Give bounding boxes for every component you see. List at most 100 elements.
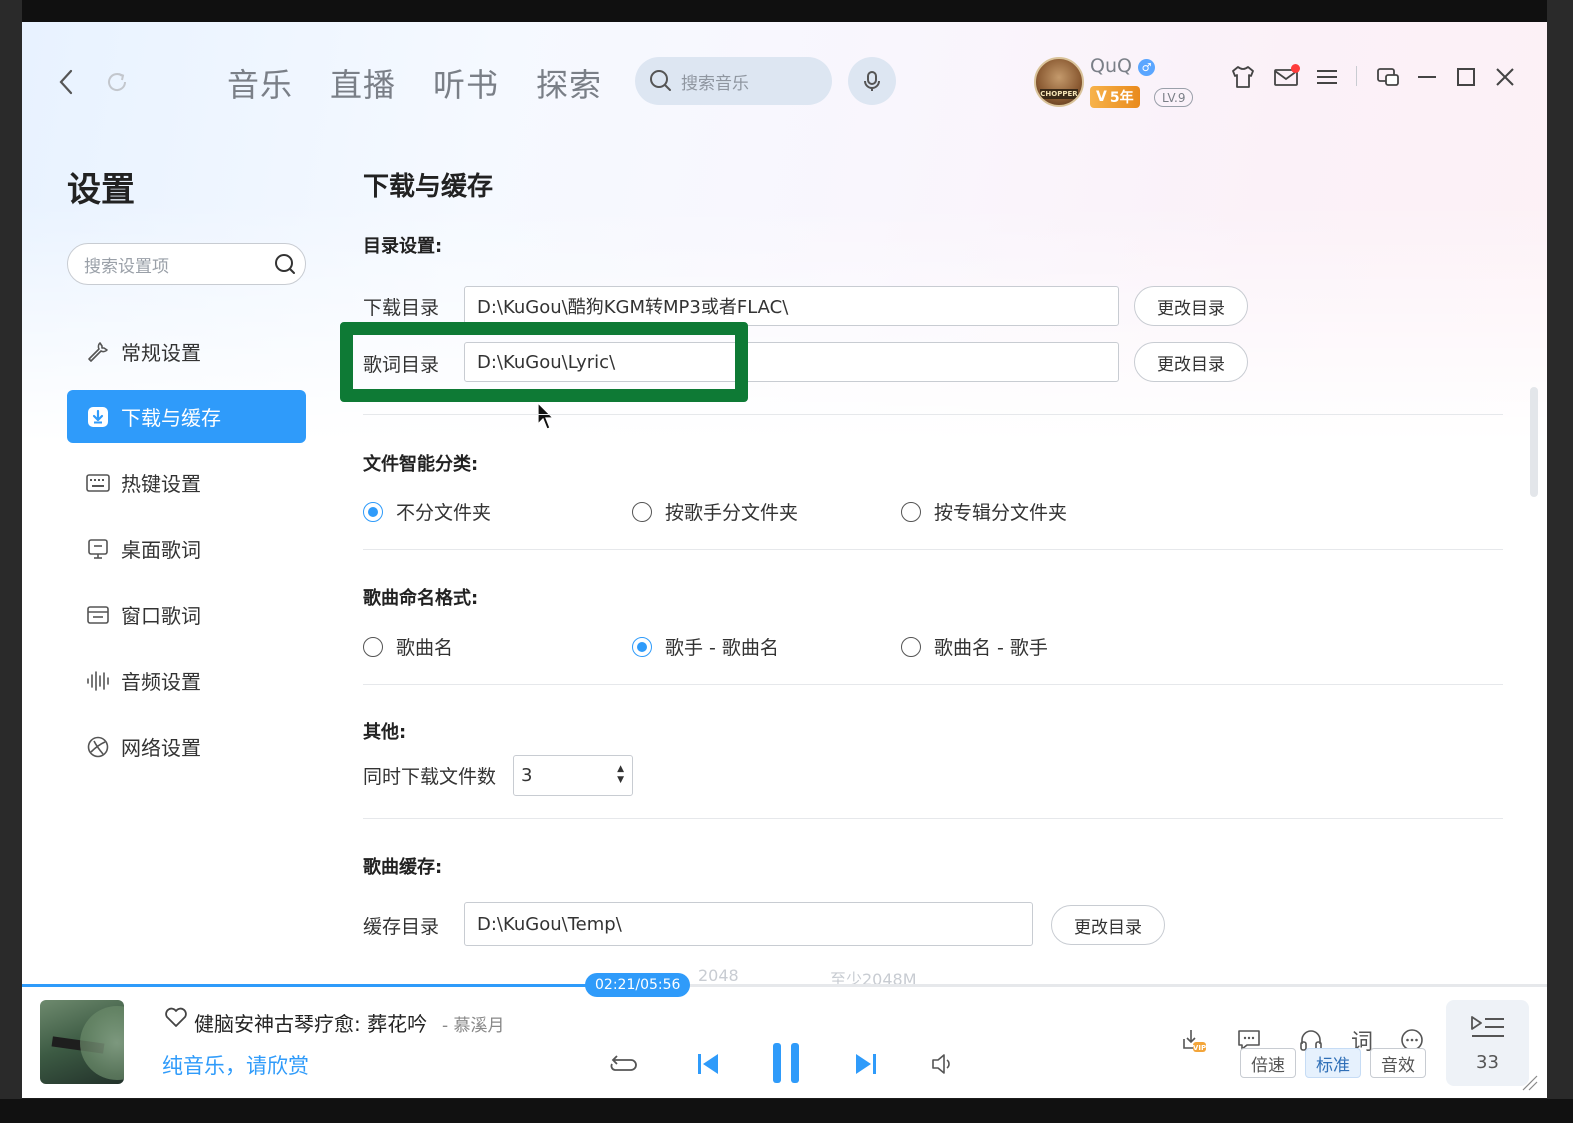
keyboard-icon <box>85 470 111 496</box>
cache-size-field[interactable]: 2048 <box>698 966 739 985</box>
mini-mode-button[interactable] <box>1373 62 1403 92</box>
content-scrollbar[interactable] <box>1530 387 1538 497</box>
search-icon[interactable] <box>265 252 305 276</box>
sidebar-item-desktop-lyrics[interactable]: 桌面歌词 <box>67 522 306 575</box>
effects-button[interactable]: 音效 <box>1370 1048 1426 1078</box>
nav-tab-explore[interactable]: 探索 <box>536 60 602 106</box>
minimize-button[interactable] <box>1412 62 1442 92</box>
radio-by-album-folder[interactable]: 按专辑分文件夹 <box>901 498 1067 525</box>
avatar-caption: CHOPPER <box>1040 89 1078 99</box>
album-cover[interactable] <box>40 1000 124 1084</box>
radio-indicator <box>901 501 921 522</box>
refresh-button[interactable] <box>101 66 133 98</box>
resize-grip-icon[interactable] <box>1519 1072 1539 1092</box>
loop-mode-button[interactable] <box>606 1048 638 1080</box>
radio-name-song[interactable]: 歌曲名 <box>363 633 453 660</box>
monitor-icon <box>85 536 111 562</box>
avatar[interactable]: CHOPPER <box>1034 57 1084 107</box>
voice-search-button[interactable] <box>848 57 896 105</box>
sidebar-item-label: 下载与缓存 <box>121 406 221 430</box>
nav-tab-audiobook[interactable]: 听书 <box>433 60 499 106</box>
pause-button[interactable] <box>766 1039 806 1087</box>
male-gender-icon: ♂ <box>1138 59 1155 76</box>
nav-tab-live[interactable]: 直播 <box>330 60 396 106</box>
skin-button[interactable] <box>1228 62 1258 92</box>
sidebar-item-general[interactable]: 常规设置 <box>67 325 306 378</box>
desktop-left-strip <box>0 0 22 1123</box>
song-title[interactable]: 健脑安神古琴疗愈: 葬花吟 <box>194 1008 427 1037</box>
song-artist[interactable]: - 慕溪月 <box>442 1011 505 1036</box>
notification-dot <box>1291 64 1300 73</box>
radio-label: 按专辑分文件夹 <box>934 502 1068 524</box>
stepper-value: 3 <box>521 765 533 786</box>
change-download-dir-button[interactable]: 更改目录 <box>1134 286 1248 326</box>
download-dir-field[interactable]: D:\KuGou\酷狗KGM转MP3或者FLAC\ <box>464 286 1119 326</box>
mini-mode-icon <box>1377 68 1399 86</box>
sidebar-item-label: 常规设置 <box>121 341 201 365</box>
radio-no-folder[interactable]: 不分文件夹 <box>363 498 491 525</box>
sidebar-item-window-lyrics[interactable]: 窗口歌词 <box>67 588 306 641</box>
speed-button[interactable]: 倍速 <box>1240 1048 1296 1078</box>
player-bar: 02:21/05:56 健脑安神古琴疗愈: 葬花吟 - 慕溪月 纯音乐，请欣赏 … <box>22 973 1547 1098</box>
messages-button[interactable] <box>1271 62 1301 92</box>
chevron-left-icon <box>59 69 73 95</box>
cache-dir-field[interactable]: D:\KuGou\Temp\ <box>464 902 1033 946</box>
menu-button[interactable] <box>1312 62 1342 92</box>
lyric-dir-field[interactable]: D:\KuGou\Lyric\ <box>464 342 1119 382</box>
vip-v-icon: V <box>1096 89 1107 105</box>
maximize-button[interactable] <box>1451 62 1481 92</box>
search-icon <box>650 70 671 91</box>
wrench-icon <box>85 339 111 365</box>
close-icon <box>1496 68 1514 86</box>
radio-name-artist-song[interactable]: 歌手 - 歌曲名 <box>632 633 779 660</box>
playlist-queue-button[interactable]: 33 <box>1446 1000 1529 1086</box>
change-lyric-dir-button[interactable]: 更改目录 <box>1134 342 1248 382</box>
concurrent-downloads-stepper[interactable]: 3 ▲ ▼ <box>513 755 633 796</box>
mouse-cursor-icon <box>537 402 555 430</box>
sidebar-item-label: 网络设置 <box>121 736 201 760</box>
top-bar: 音乐 直播 听书 探索 搜索音乐 CHOPPER QuQ ♂ V 5年 LV.9 <box>22 22 1547 142</box>
previous-button[interactable] <box>690 1046 726 1082</box>
search-placeholder: 搜索音乐 <box>681 73 749 94</box>
radio-name-song-artist[interactable]: 歌曲名 - 歌手 <box>901 633 1048 660</box>
quality-button[interactable]: 标准 <box>1305 1048 1361 1078</box>
volume-button[interactable] <box>926 1048 958 1080</box>
radio-indicator <box>632 636 652 657</box>
change-cache-dir-button[interactable]: 更改目录 <box>1051 905 1165 945</box>
back-button[interactable] <box>50 66 82 98</box>
sidebar-item-network[interactable]: 网络设置 <box>67 720 306 773</box>
queue-count: 33 <box>1476 1052 1499 1073</box>
previous-icon <box>698 1054 718 1074</box>
sidebar-item-audio[interactable]: 音频设置 <box>67 654 306 707</box>
radio-indicator <box>901 636 921 657</box>
settings-search-input[interactable]: 搜索设置项 <box>67 243 306 285</box>
desktop-right-strip <box>1547 0 1573 1123</box>
titlebar-divider <box>1356 66 1357 86</box>
progress-fill <box>22 984 626 987</box>
username[interactable]: QuQ <box>1090 55 1132 77</box>
minimize-icon <box>1418 76 1436 78</box>
next-button[interactable] <box>848 1046 884 1082</box>
globe-icon <box>85 734 111 760</box>
vip-badge[interactable]: V 5年 <box>1090 86 1140 108</box>
radio-label: 按歌手分文件夹 <box>665 502 799 524</box>
progress-time[interactable]: 02:21/05:56 <box>585 973 691 997</box>
vip-years: 5年 <box>1109 90 1134 106</box>
waveform-icon <box>85 668 111 694</box>
sidebar-item-label: 桌面歌词 <box>121 538 201 562</box>
vip-download-button[interactable]: VIP <box>1176 1024 1208 1056</box>
heart-icon[interactable] <box>164 1006 188 1032</box>
classify-section-heading: 文件智能分类: <box>363 454 479 475</box>
maximize-icon <box>1457 68 1475 86</box>
stepper-arrows-icon[interactable]: ▲ ▼ <box>617 764 624 786</box>
sidebar-item-hotkeys[interactable]: 热键设置 <box>67 456 306 509</box>
divider <box>363 414 1503 415</box>
radio-indicator <box>363 501 383 522</box>
level-badge[interactable]: LV.9 <box>1154 88 1194 107</box>
radio-by-artist-folder[interactable]: 按歌手分文件夹 <box>632 498 798 525</box>
close-button[interactable] <box>1490 62 1520 92</box>
sidebar-item-download-cache[interactable]: 下载与缓存 <box>67 390 306 443</box>
music-search-input[interactable]: 搜索音乐 <box>635 57 832 105</box>
nav-tab-music[interactable]: 音乐 <box>227 60 293 106</box>
sidebar-item-label: 窗口歌词 <box>121 604 201 628</box>
